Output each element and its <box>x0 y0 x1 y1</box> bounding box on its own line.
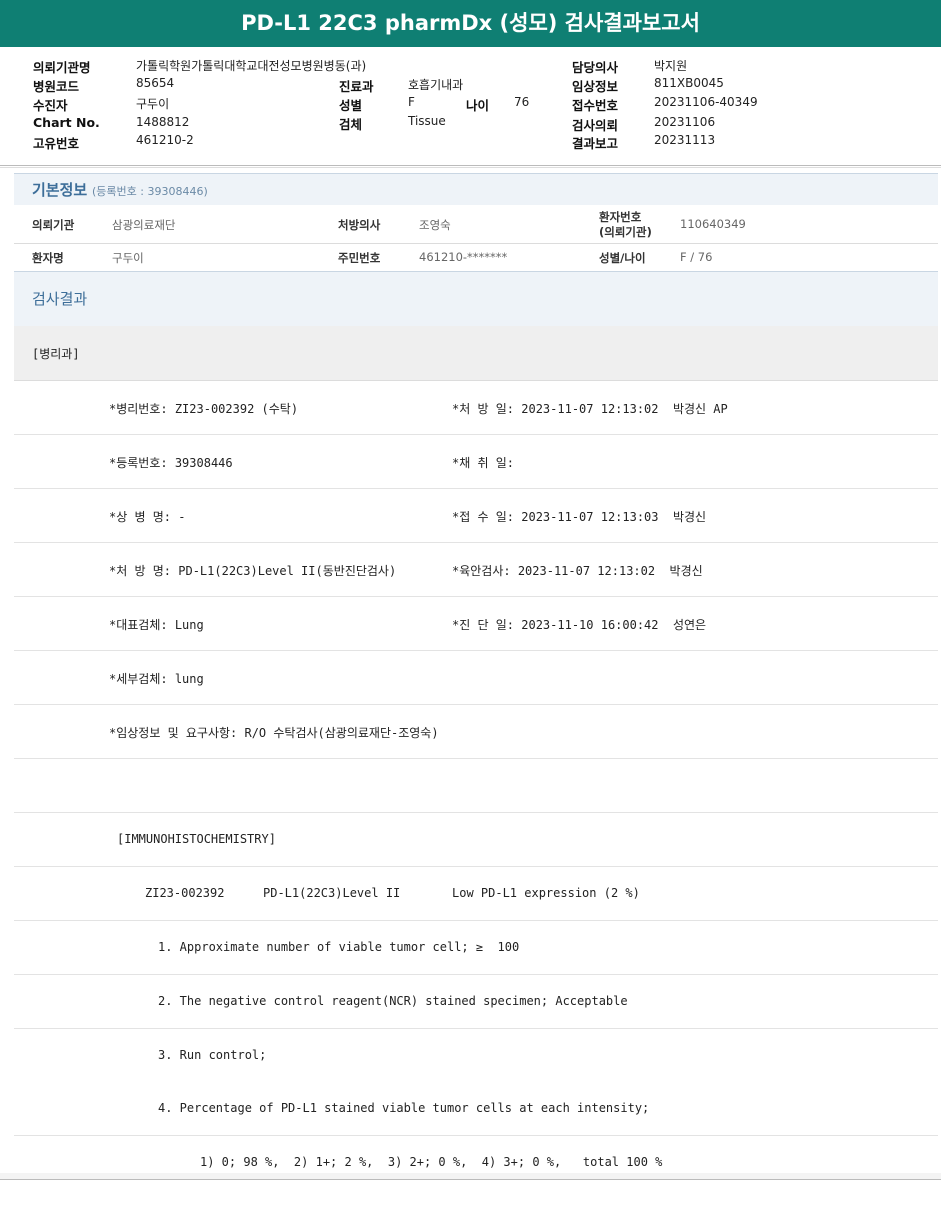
req-inst-value: 가톨릭학원가톨릭대학교대전성모병원병동(과) <box>136 59 367 73</box>
age-label: 나이 <box>466 98 490 113</box>
result-left: *병리번호: ZI23-002392 (수탁) <box>109 402 299 416</box>
department-row: [병리과] <box>14 326 938 381</box>
ihc-test: PD-L1(22C3)Level II <box>263 886 401 900</box>
result-left: *대표검체: Lung <box>109 618 204 632</box>
specimen-value: Tissue <box>408 114 446 128</box>
clinical-value: 811XB0045 <box>654 76 724 90</box>
basic-info-title: 기본정보 <box>32 181 88 199</box>
pid-label-1: 환자번호 <box>599 210 642 224</box>
name-label: 환자명 <box>32 251 64 265</box>
doctor-label: 담당의사 <box>572 60 619 75</box>
rrn-label: 주민번호 <box>338 251 381 265</box>
result-left: *상 병 명: - <box>109 510 186 524</box>
basic-info-row-2: 환자명 구두이 주민번호 461210-******* 성별/나이 F / 76 <box>14 244 938 272</box>
sexage-value: F / 76 <box>680 250 713 264</box>
sexage-label: 성별/나이 <box>599 251 646 265</box>
header-divider-2 <box>0 167 941 168</box>
result-row: *상 병 명: - *접 수 일: 2023-11-07 12:13:03 박경… <box>14 489 938 543</box>
rrn-value: 461210-******* <box>419 250 508 264</box>
dept-value: 호흡기내과 <box>408 78 464 92</box>
receiver-label: 수진자 <box>33 98 68 113</box>
request-label: 검사의뢰 <box>572 118 619 133</box>
req-inst-label: 의뢰기관명 <box>33 60 91 75</box>
inst-value: 삼광의료재단 <box>112 218 176 232</box>
result-left: *임상정보 및 요구사항: R/O 수탁검사(삼광의료재단-조영숙) <box>109 726 439 740</box>
accept-value: 20231106-40349 <box>654 95 758 109</box>
report-title: PD-L1 22C3 pharmDx (성모) 검사결과보고서 <box>0 0 941 47</box>
department-label: [병리과] <box>32 347 80 361</box>
basic-info-row-1: 의뢰기관 삼광의료재단 처방의사 조영숙 환자번호 (의뢰기관) 1106403… <box>14 205 938 244</box>
unique-value: 461210-2 <box>136 133 194 147</box>
header-divider <box>0 165 941 166</box>
result-right: *육안검사: 2023-11-07 12:13:02 박경신 <box>452 564 703 578</box>
ihc-item-row: 3. Run control; <box>14 1029 938 1083</box>
prescriber-value: 조영숙 <box>419 218 451 232</box>
chart-value: 1488812 <box>136 115 190 129</box>
report-header: 의뢰기관명 가톨릭학원가톨릭대학교대전성모병원병동(과) 담당의사 박지원 병원… <box>0 47 941 165</box>
chart-label: Chart No. <box>33 115 100 130</box>
request-value: 20231106 <box>654 115 716 129</box>
result-row: *세부검체: lung <box>14 651 938 705</box>
ihc-header-row: [IMMUNOHISTOCHEMISTRY] <box>14 813 938 867</box>
result-left: *처 방 명: PD-L1(22C3)Level II(동반진단검사) <box>109 564 397 578</box>
result-row: *임상정보 및 요구사항: R/O 수탁검사(삼광의료재단-조영숙) <box>14 705 938 759</box>
sex-value: F <box>408 95 415 109</box>
intensity-row: 1) 0; 98 %, 2) 1+; 2 %, 3) 2+; 0 %, 4) 3… <box>14 1136 938 1189</box>
hosp-code-value: 85654 <box>136 76 175 90</box>
pid-value: 110640349 <box>680 217 746 231</box>
ihc-item-row: 4. Percentage of PD-L1 stained viable tu… <box>14 1082 938 1136</box>
report-value: 20231113 <box>654 133 716 147</box>
bottom-divider <box>0 1179 941 1180</box>
hosp-code-label: 병원코드 <box>33 79 80 94</box>
age-value: 76 <box>514 95 530 109</box>
name-value: 구두이 <box>112 251 144 265</box>
basic-info-header: 기본정보 (등록번호 : 39308446) <box>14 173 938 206</box>
report-panel: 기본정보 (등록번호 : 39308446) 의뢰기관 삼광의료재단 처방의사 … <box>14 173 938 1189</box>
result-right: *접 수 일: 2023-11-07 12:13:03 박경신 <box>452 510 707 524</box>
ihc-item-row: 1. Approximate number of viable tumor ce… <box>14 921 938 975</box>
result-row: *처 방 명: PD-L1(22C3)Level II(동반진단검사) *육안검… <box>14 543 938 597</box>
receiver-value: 구두이 <box>136 97 170 111</box>
intensity-values: 1) 0; 98 %, 2) 1+; 2 %, 3) 2+; 0 %, 4) 3… <box>200 1155 663 1169</box>
doctor-value: 박지원 <box>654 59 688 73</box>
prescriber-label: 처방의사 <box>338 218 381 232</box>
ihc-item: 4. Percentage of PD-L1 stained viable tu… <box>158 1101 650 1115</box>
dept-label: 진료과 <box>339 79 374 94</box>
result-row: *대표검체: Lung *진 단 일: 2023-11-10 16:00:42 … <box>14 597 938 651</box>
ihc-item: 2. The negative control reagent(NCR) sta… <box>158 994 628 1008</box>
basic-info-reg: (등록번호 : 39308446) <box>92 185 208 198</box>
result-row: *병리번호: ZI23-002392 (수탁) *처 방 일: 2023-11-… <box>14 381 938 435</box>
result-left: *세부검체: lung <box>109 672 204 686</box>
results-title: 검사결과 <box>32 290 88 308</box>
inst-label: 의뢰기관 <box>32 218 75 232</box>
specimen-label: 검체 <box>339 117 363 132</box>
ihc-id: ZI23-002392 <box>145 886 225 900</box>
blank-row <box>14 759 938 813</box>
accept-label: 접수번호 <box>572 98 619 113</box>
result-left: *등록번호: 39308446 <box>109 456 233 470</box>
result-right: *진 단 일: 2023-11-10 16:00:42 성연은 <box>452 618 707 632</box>
clinical-label: 임상정보 <box>572 79 619 94</box>
results-header: 검사결과 <box>14 271 938 327</box>
ihc-item: 1. Approximate number of viable tumor ce… <box>158 940 520 954</box>
pid-label-2: (의뢰기관) <box>599 225 652 239</box>
result-right: *처 방 일: 2023-11-07 12:13:02 박경신 AP <box>452 402 728 416</box>
result-right: *채 취 일: <box>452 456 515 470</box>
unique-label: 고유번호 <box>33 136 80 151</box>
ihc-result: Low PD-L1 expression (2 %) <box>452 886 640 900</box>
ihc-header: [IMMUNOHISTOCHEMISTRY] <box>117 832 276 846</box>
ihc-result-row: ZI23-002392 PD-L1(22C3)Level II Low PD-L… <box>14 867 938 921</box>
report-label: 결과보고 <box>572 136 619 151</box>
ihc-item-row: 2. The negative control reagent(NCR) sta… <box>14 975 938 1029</box>
ihc-item: 3. Run control; <box>158 1048 267 1062</box>
result-row: *등록번호: 39308446 *채 취 일: <box>14 435 938 489</box>
sex-label: 성별 <box>339 98 363 113</box>
